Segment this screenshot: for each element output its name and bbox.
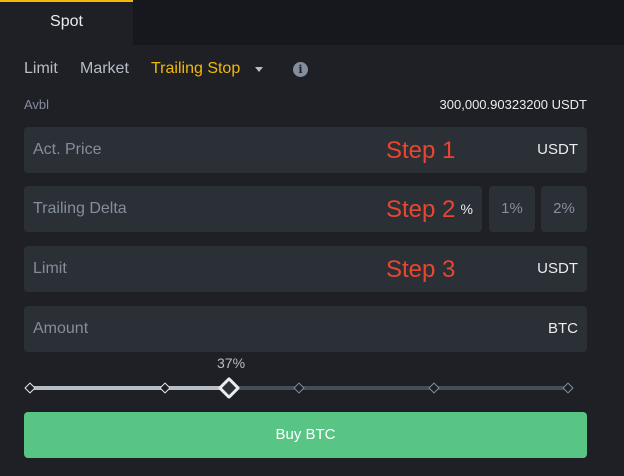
caret-down-icon[interactable] bbox=[255, 67, 263, 72]
act-price-unit: USDT bbox=[537, 141, 578, 158]
step-1-annotation: Step 1 bbox=[386, 137, 456, 164]
amount-field[interactable]: Amount BTC bbox=[24, 306, 587, 352]
slider-mark-100[interactable] bbox=[562, 382, 574, 394]
slider-thumb[interactable] bbox=[217, 376, 241, 400]
tab-spot[interactable]: Spot bbox=[0, 0, 133, 45]
info-icon[interactable]: i bbox=[293, 62, 308, 77]
order-type-trailing-stop[interactable]: Trailing Stop bbox=[151, 60, 240, 78]
slider-mark-75[interactable] bbox=[427, 382, 440, 394]
available-balance-label: Avbl bbox=[24, 97, 50, 112]
act-price-placeholder: Act. Price bbox=[33, 141, 102, 158]
step-2-annotation: Step 2 bbox=[386, 196, 456, 223]
slider-mark-50[interactable] bbox=[293, 382, 305, 394]
step-3-annotation: Step 3 bbox=[386, 256, 456, 283]
limit-price-field[interactable]: Limit Step 3 USDT bbox=[24, 246, 587, 292]
trailing-delta-1pct-button[interactable]: 1% bbox=[489, 186, 535, 232]
trailing-delta-2pct-button[interactable]: 2% bbox=[541, 186, 587, 232]
buy-btc-button[interactable]: Buy BTC bbox=[24, 412, 587, 458]
limit-price-unit: USDT bbox=[537, 260, 578, 277]
slider-percent-label: 37% bbox=[217, 355, 246, 371]
tab-bar: Spot bbox=[0, 0, 624, 45]
slider-mark-25[interactable] bbox=[158, 382, 171, 394]
trailing-delta-field[interactable]: Trailing Delta Step 2 % bbox=[24, 186, 482, 232]
act-price-field[interactable]: Act. Price Step 1 USDT bbox=[24, 127, 587, 173]
available-balance-value: 300,000.90323200 USDT bbox=[439, 97, 587, 112]
order-type-limit[interactable]: Limit bbox=[24, 60, 58, 78]
order-type-market[interactable]: Market bbox=[80, 60, 129, 78]
amount-slider-fill bbox=[30, 386, 232, 390]
tab-spot-label: Spot bbox=[50, 13, 83, 30]
limit-price-placeholder: Limit bbox=[33, 260, 67, 277]
slider-mark-0[interactable] bbox=[24, 382, 36, 394]
amount-unit: BTC bbox=[548, 320, 578, 337]
trailing-delta-placeholder: Trailing Delta bbox=[33, 200, 127, 217]
amount-placeholder: Amount bbox=[33, 320, 89, 337]
trailing-delta-unit: % bbox=[460, 201, 473, 217]
